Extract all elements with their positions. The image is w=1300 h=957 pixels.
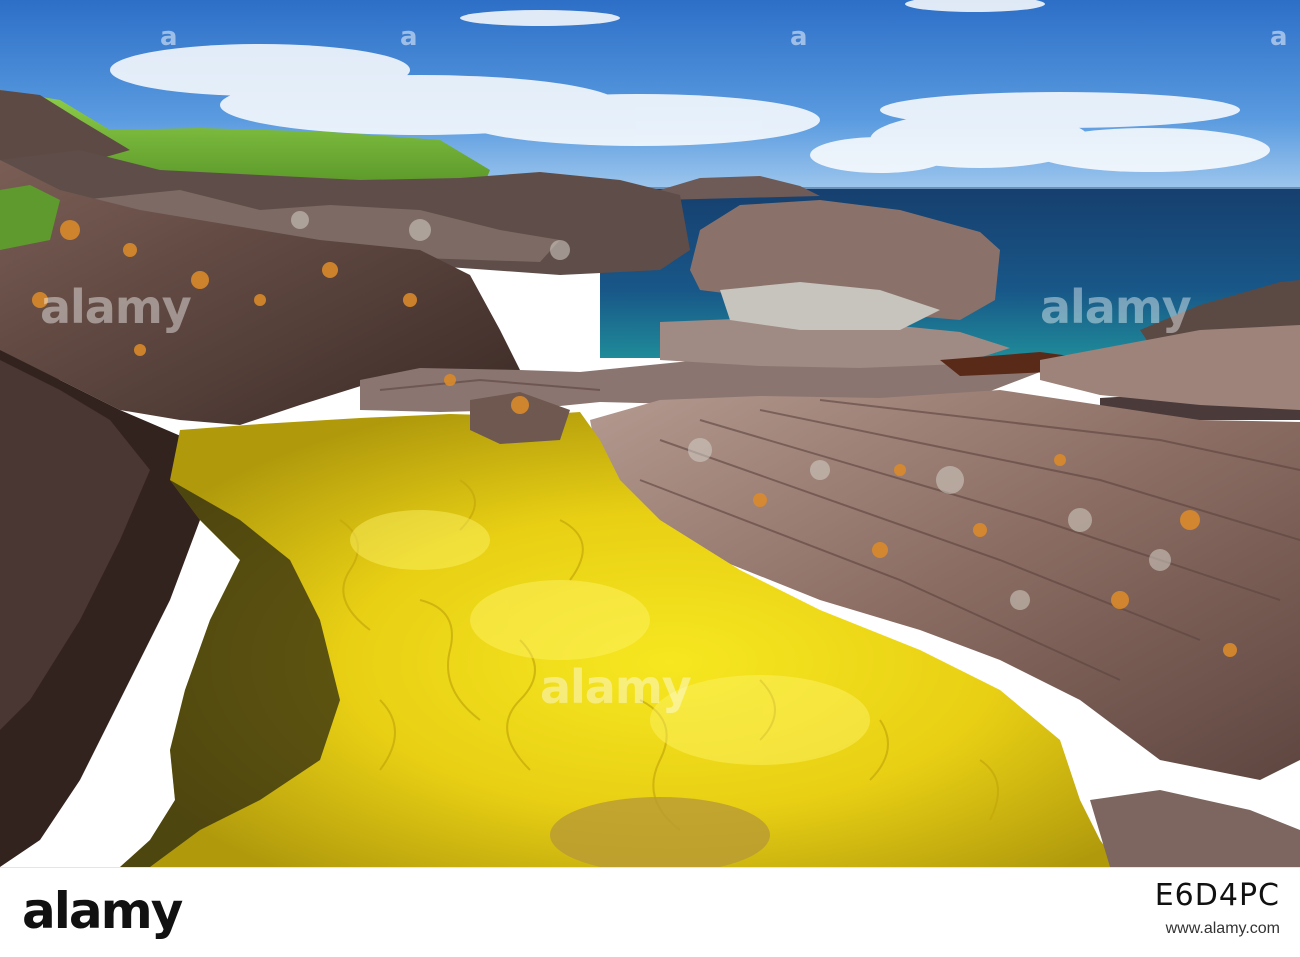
coastal-rockpool-scene bbox=[0, 0, 1300, 867]
watermark-letter: a bbox=[400, 22, 418, 52]
image-id: E6D4PC bbox=[1154, 878, 1280, 913]
watermark-letter: a bbox=[790, 22, 808, 52]
watermark: alamy bbox=[1040, 280, 1192, 334]
photograph: alamy alamy alamy a a a a bbox=[0, 0, 1300, 867]
watermark: alamy bbox=[540, 660, 692, 714]
watermark-letter: a bbox=[1270, 22, 1288, 52]
site-url: www.alamy.com bbox=[1165, 920, 1280, 937]
watermark: alamy bbox=[40, 280, 192, 334]
footer-bar: alamy E6D4PC www.alamy.com bbox=[0, 867, 1300, 957]
watermark-letter: a bbox=[160, 22, 178, 52]
alamy-logo: alamy bbox=[22, 882, 183, 940]
